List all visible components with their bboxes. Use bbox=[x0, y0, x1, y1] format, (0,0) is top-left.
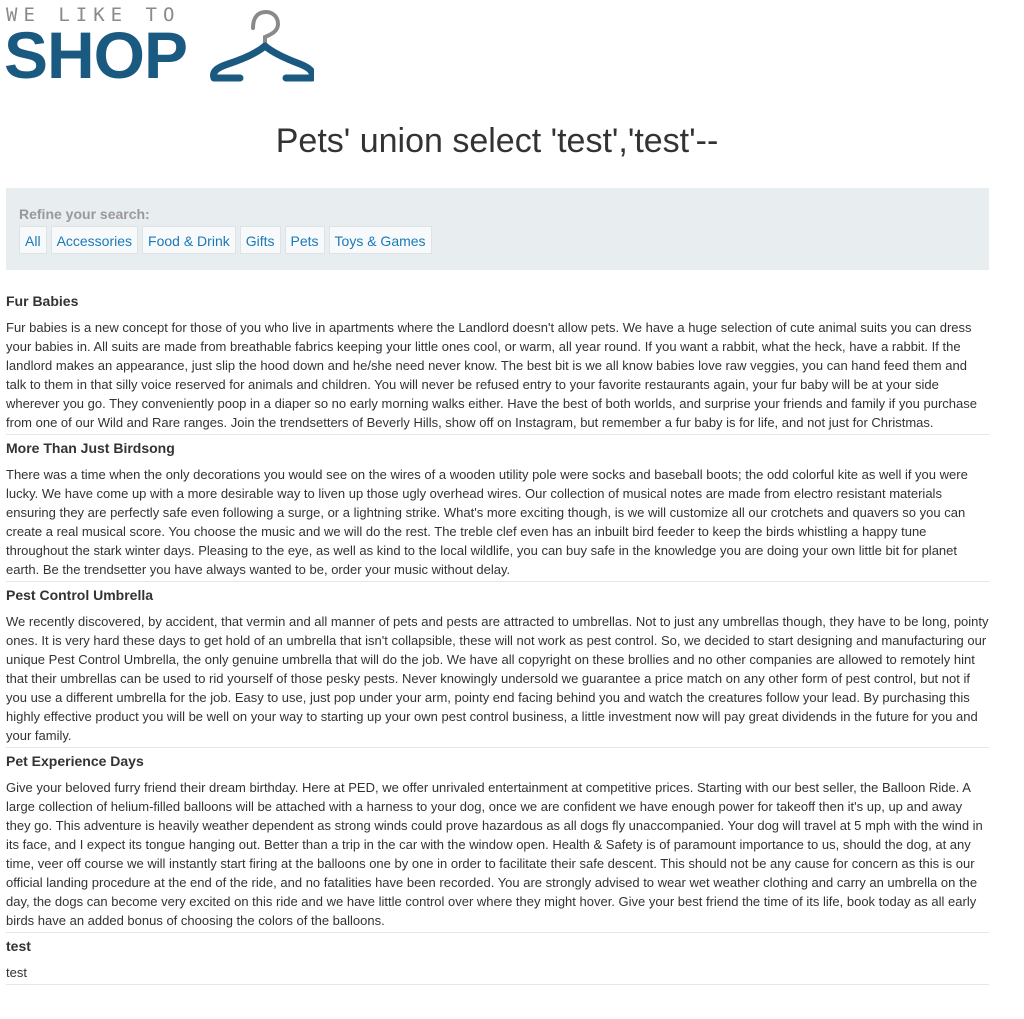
filter-all[interactable]: All bbox=[19, 226, 47, 254]
result-item: test test bbox=[6, 937, 989, 985]
logo-brand: SHOP bbox=[4, 18, 188, 92]
result-description: There was a time when the only decoratio… bbox=[6, 467, 968, 577]
filter-list: All Accessories Food & Drink Gifts Pets … bbox=[19, 226, 436, 254]
result-title: Pest Control Umbrella bbox=[6, 587, 154, 603]
result-item: Pet Experience Days Give your beloved fu… bbox=[6, 752, 989, 933]
filter-label: Refine your search: bbox=[19, 206, 150, 222]
filter-toys-games[interactable]: Toys & Games bbox=[328, 226, 432, 254]
page-title: Pets' union select 'test','test'-- bbox=[275, 122, 719, 160]
filter-food-drink[interactable]: Food & Drink bbox=[142, 226, 236, 254]
result-description: test bbox=[6, 965, 27, 980]
filter-panel: Refine your search: All Accessories Food… bbox=[6, 188, 989, 270]
result-item: More Than Just Birdsong There was a time… bbox=[6, 439, 989, 582]
result-item: Fur Babies Fur babies is a new concept f… bbox=[6, 292, 989, 435]
site-logo[interactable]: WE LIKE TO SHOP bbox=[4, 4, 316, 92]
result-description: Give your beloved furry friend their dre… bbox=[6, 780, 983, 928]
result-description: We recently discovered, by accident, tha… bbox=[6, 614, 989, 743]
results-list: Fur Babies Fur babies is a new concept f… bbox=[6, 292, 989, 989]
result-title: More Than Just Birdsong bbox=[6, 440, 175, 456]
result-title: Fur Babies bbox=[6, 293, 79, 309]
filter-pets[interactable]: Pets bbox=[284, 226, 325, 254]
result-title: test bbox=[6, 938, 31, 954]
result-description: Fur babies is a new concept for those of… bbox=[6, 320, 977, 430]
filter-gifts[interactable]: Gifts bbox=[239, 226, 281, 254]
hanger-icon bbox=[210, 9, 314, 82]
result-item: Pest Control Umbrella We recently discov… bbox=[6, 586, 989, 748]
result-title: Pet Experience Days bbox=[6, 753, 144, 769]
filter-accessories[interactable]: Accessories bbox=[50, 226, 139, 254]
